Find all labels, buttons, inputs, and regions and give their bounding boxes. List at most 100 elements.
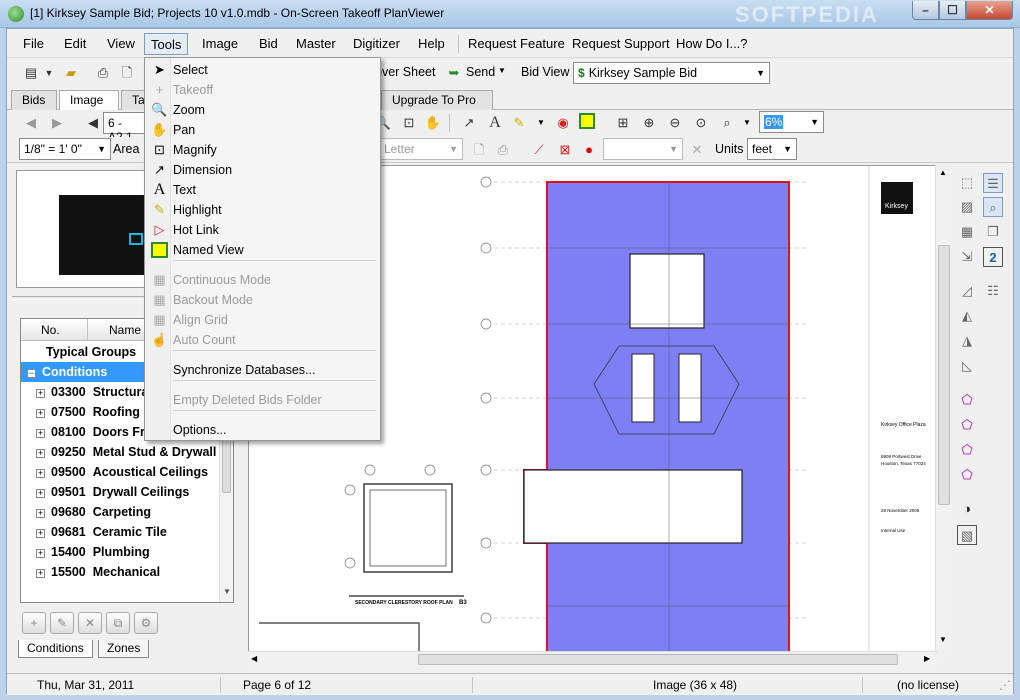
- bid-view-select[interactable]: $ Kirksey Sample Bid ▼: [573, 62, 770, 84]
- skew-icon[interactable]: ◺: [957, 356, 977, 376]
- add-condition-icon[interactable]: +: [22, 612, 46, 634]
- list-item[interactable]: +09680 Carpeting: [21, 502, 219, 522]
- tab-image[interactable]: Image: [59, 90, 119, 111]
- flip-icon[interactable]: ◮: [957, 331, 977, 351]
- request-support-link[interactable]: Request Support: [566, 33, 676, 55]
- magnify-tool-icon[interactable]: ⊡: [399, 113, 419, 133]
- menu-item-highlight[interactable]: ✎ Highlight: [148, 200, 377, 220]
- menu-help[interactable]: Help: [412, 33, 451, 55]
- menu-item-pan[interactable]: ✋ Pan: [148, 120, 377, 140]
- point-tool-icon[interactable]: ●: [579, 140, 599, 160]
- hotlink-tool-icon[interactable]: ◉: [553, 113, 573, 133]
- menu-image[interactable]: Image: [196, 33, 244, 55]
- menu-edit[interactable]: Edit: [58, 33, 92, 55]
- new-bid-icon[interactable]: ▤: [21, 63, 41, 83]
- layers-icon[interactable]: ▧: [957, 525, 977, 545]
- new-dropdown-icon[interactable]: ▼: [39, 63, 59, 83]
- line-tool-icon[interactable]: ⟋: [529, 140, 549, 160]
- minimize-button[interactable]: –: [912, 1, 939, 20]
- mirror-icon[interactable]: ◭: [957, 306, 977, 326]
- zoom-width-icon[interactable]: ⊙: [691, 113, 711, 133]
- canvas-horizontal-scrollbar[interactable]: ◀ ▶: [248, 651, 938, 667]
- expand-icon[interactable]: +: [36, 469, 45, 478]
- layer-select[interactable]: ▼: [603, 138, 683, 160]
- scroll-down-icon[interactable]: ▼: [939, 635, 947, 644]
- expand-icon[interactable]: +: [36, 509, 45, 518]
- expand-icon[interactable]: +: [36, 409, 45, 418]
- tab-zones[interactable]: Zones: [98, 640, 150, 658]
- menu-item-named-view[interactable]: ■ Named View: [148, 240, 377, 260]
- zoom-in-icon[interactable]: ⊕: [639, 113, 659, 133]
- resize-grip-icon[interactable]: ⋰: [999, 678, 1011, 692]
- open-folder-icon[interactable]: ▰: [61, 63, 81, 83]
- contrast-icon[interactable]: ◑: [957, 499, 977, 519]
- zoom-fit-icon[interactable]: ⊞: [613, 113, 633, 133]
- menu-item-options[interactable]: Options...: [148, 420, 377, 440]
- highlight-tool-icon[interactable]: ✎: [509, 113, 529, 133]
- print-icon[interactable]: ⎙: [493, 140, 513, 160]
- pan-tool-icon[interactable]: ✋: [423, 113, 443, 133]
- list-item[interactable]: +09500 Acoustical Ceilings: [21, 462, 219, 482]
- list-item[interactable]: +15400 Plumbing: [21, 542, 219, 562]
- column-no[interactable]: No.: [41, 323, 60, 337]
- expand-icon[interactable]: +: [36, 449, 45, 458]
- canvas-vertical-scrollbar[interactable]: ▲ ▼: [935, 165, 952, 652]
- print-preview-icon[interactable]: 🗋: [117, 63, 137, 83]
- scroll-thumb[interactable]: [418, 654, 898, 665]
- list-item[interactable]: +09681 Ceramic Tile: [21, 522, 219, 542]
- zoom-out-icon[interactable]: ⊖: [665, 113, 685, 133]
- print-icon[interactable]: ⎙: [93, 63, 113, 83]
- shape-2-icon[interactable]: ⬠: [957, 415, 977, 435]
- menu-item-dimension[interactable]: ↗ Dimension: [148, 160, 377, 180]
- menu-bid[interactable]: Bid: [253, 33, 284, 55]
- named-view-tool-icon[interactable]: [579, 113, 595, 129]
- menu-item-zoom[interactable]: 🔍 Zoom: [148, 100, 377, 120]
- shape-4-icon[interactable]: ⬠: [957, 465, 977, 485]
- expand-icon[interactable]: +: [36, 569, 45, 578]
- list-item[interactable]: +15500 Mechanical: [21, 562, 219, 582]
- shape-3-icon[interactable]: ⬠: [957, 440, 977, 460]
- crop-tool-icon[interactable]: ⊠: [555, 140, 575, 160]
- list-item[interactable]: +09501 Drywall Ceilings: [21, 482, 219, 502]
- expand-icon[interactable]: +: [36, 489, 45, 498]
- list-view-icon[interactable]: ☰: [983, 173, 1003, 193]
- zoom-dropdown-icon[interactable]: ▼: [743, 118, 751, 127]
- zoom-window-icon[interactable]: ⌕: [983, 197, 1003, 217]
- maximize-button[interactable]: ☐: [939, 1, 966, 20]
- shape-1-icon[interactable]: ⬠: [957, 390, 977, 410]
- tab-upgrade-to-pro[interactable]: Upgrade To Pro: [381, 90, 493, 110]
- tab-conditions[interactable]: Conditions: [18, 640, 93, 658]
- previous-page-icon[interactable]: ◀: [83, 113, 103, 133]
- close-button[interactable]: ✕: [966, 1, 1013, 20]
- tab-bids[interactable]: Bids: [11, 90, 57, 110]
- scroll-right-icon[interactable]: ▶: [924, 654, 930, 663]
- paper-size-select[interactable]: Letter ▼: [379, 138, 463, 160]
- cover-sheet-button[interactable]: over Sheet: [375, 65, 435, 79]
- menu-item-select[interactable]: ➤ Select: [148, 60, 377, 80]
- hatch-icon[interactable]: ▨: [957, 197, 977, 217]
- select-points-icon[interactable]: ⬚: [957, 173, 977, 193]
- scroll-down-icon[interactable]: ▼: [223, 587, 231, 596]
- highlight-dropdown-icon[interactable]: ▼: [537, 118, 545, 127]
- menu-item-magnify[interactable]: ⊡ Magnify: [148, 140, 377, 160]
- collapse-icon[interactable]: −: [27, 369, 36, 378]
- grid-icon[interactable]: ▦: [957, 222, 977, 242]
- expand-icon[interactable]: +: [36, 549, 45, 558]
- menu-view[interactable]: View: [101, 33, 141, 55]
- forward-icon[interactable]: ▶: [47, 113, 67, 133]
- copy-condition-icon[interactable]: ⧉: [106, 612, 130, 634]
- request-feature-link[interactable]: Request Feature: [462, 33, 571, 55]
- zoom-page-icon[interactable]: ⌕: [717, 113, 737, 133]
- back-icon[interactable]: ◀: [21, 113, 41, 133]
- edit-condition-icon[interactable]: ✎: [50, 612, 74, 634]
- rotate-icon[interactable]: ◿: [957, 281, 977, 301]
- expand-icon[interactable]: +: [36, 429, 45, 438]
- expand-icon[interactable]: +: [36, 389, 45, 398]
- page-icon[interactable]: 🗋: [469, 140, 489, 160]
- delete-condition-icon[interactable]: ✕: [78, 612, 102, 634]
- clear-icon[interactable]: ✕: [687, 140, 707, 160]
- menu-item-text[interactable]: A Text: [148, 180, 377, 200]
- menu-file[interactable]: File: [17, 33, 50, 55]
- overlay-icon[interactable]: ❐: [983, 222, 1003, 242]
- scroll-thumb[interactable]: [938, 245, 950, 505]
